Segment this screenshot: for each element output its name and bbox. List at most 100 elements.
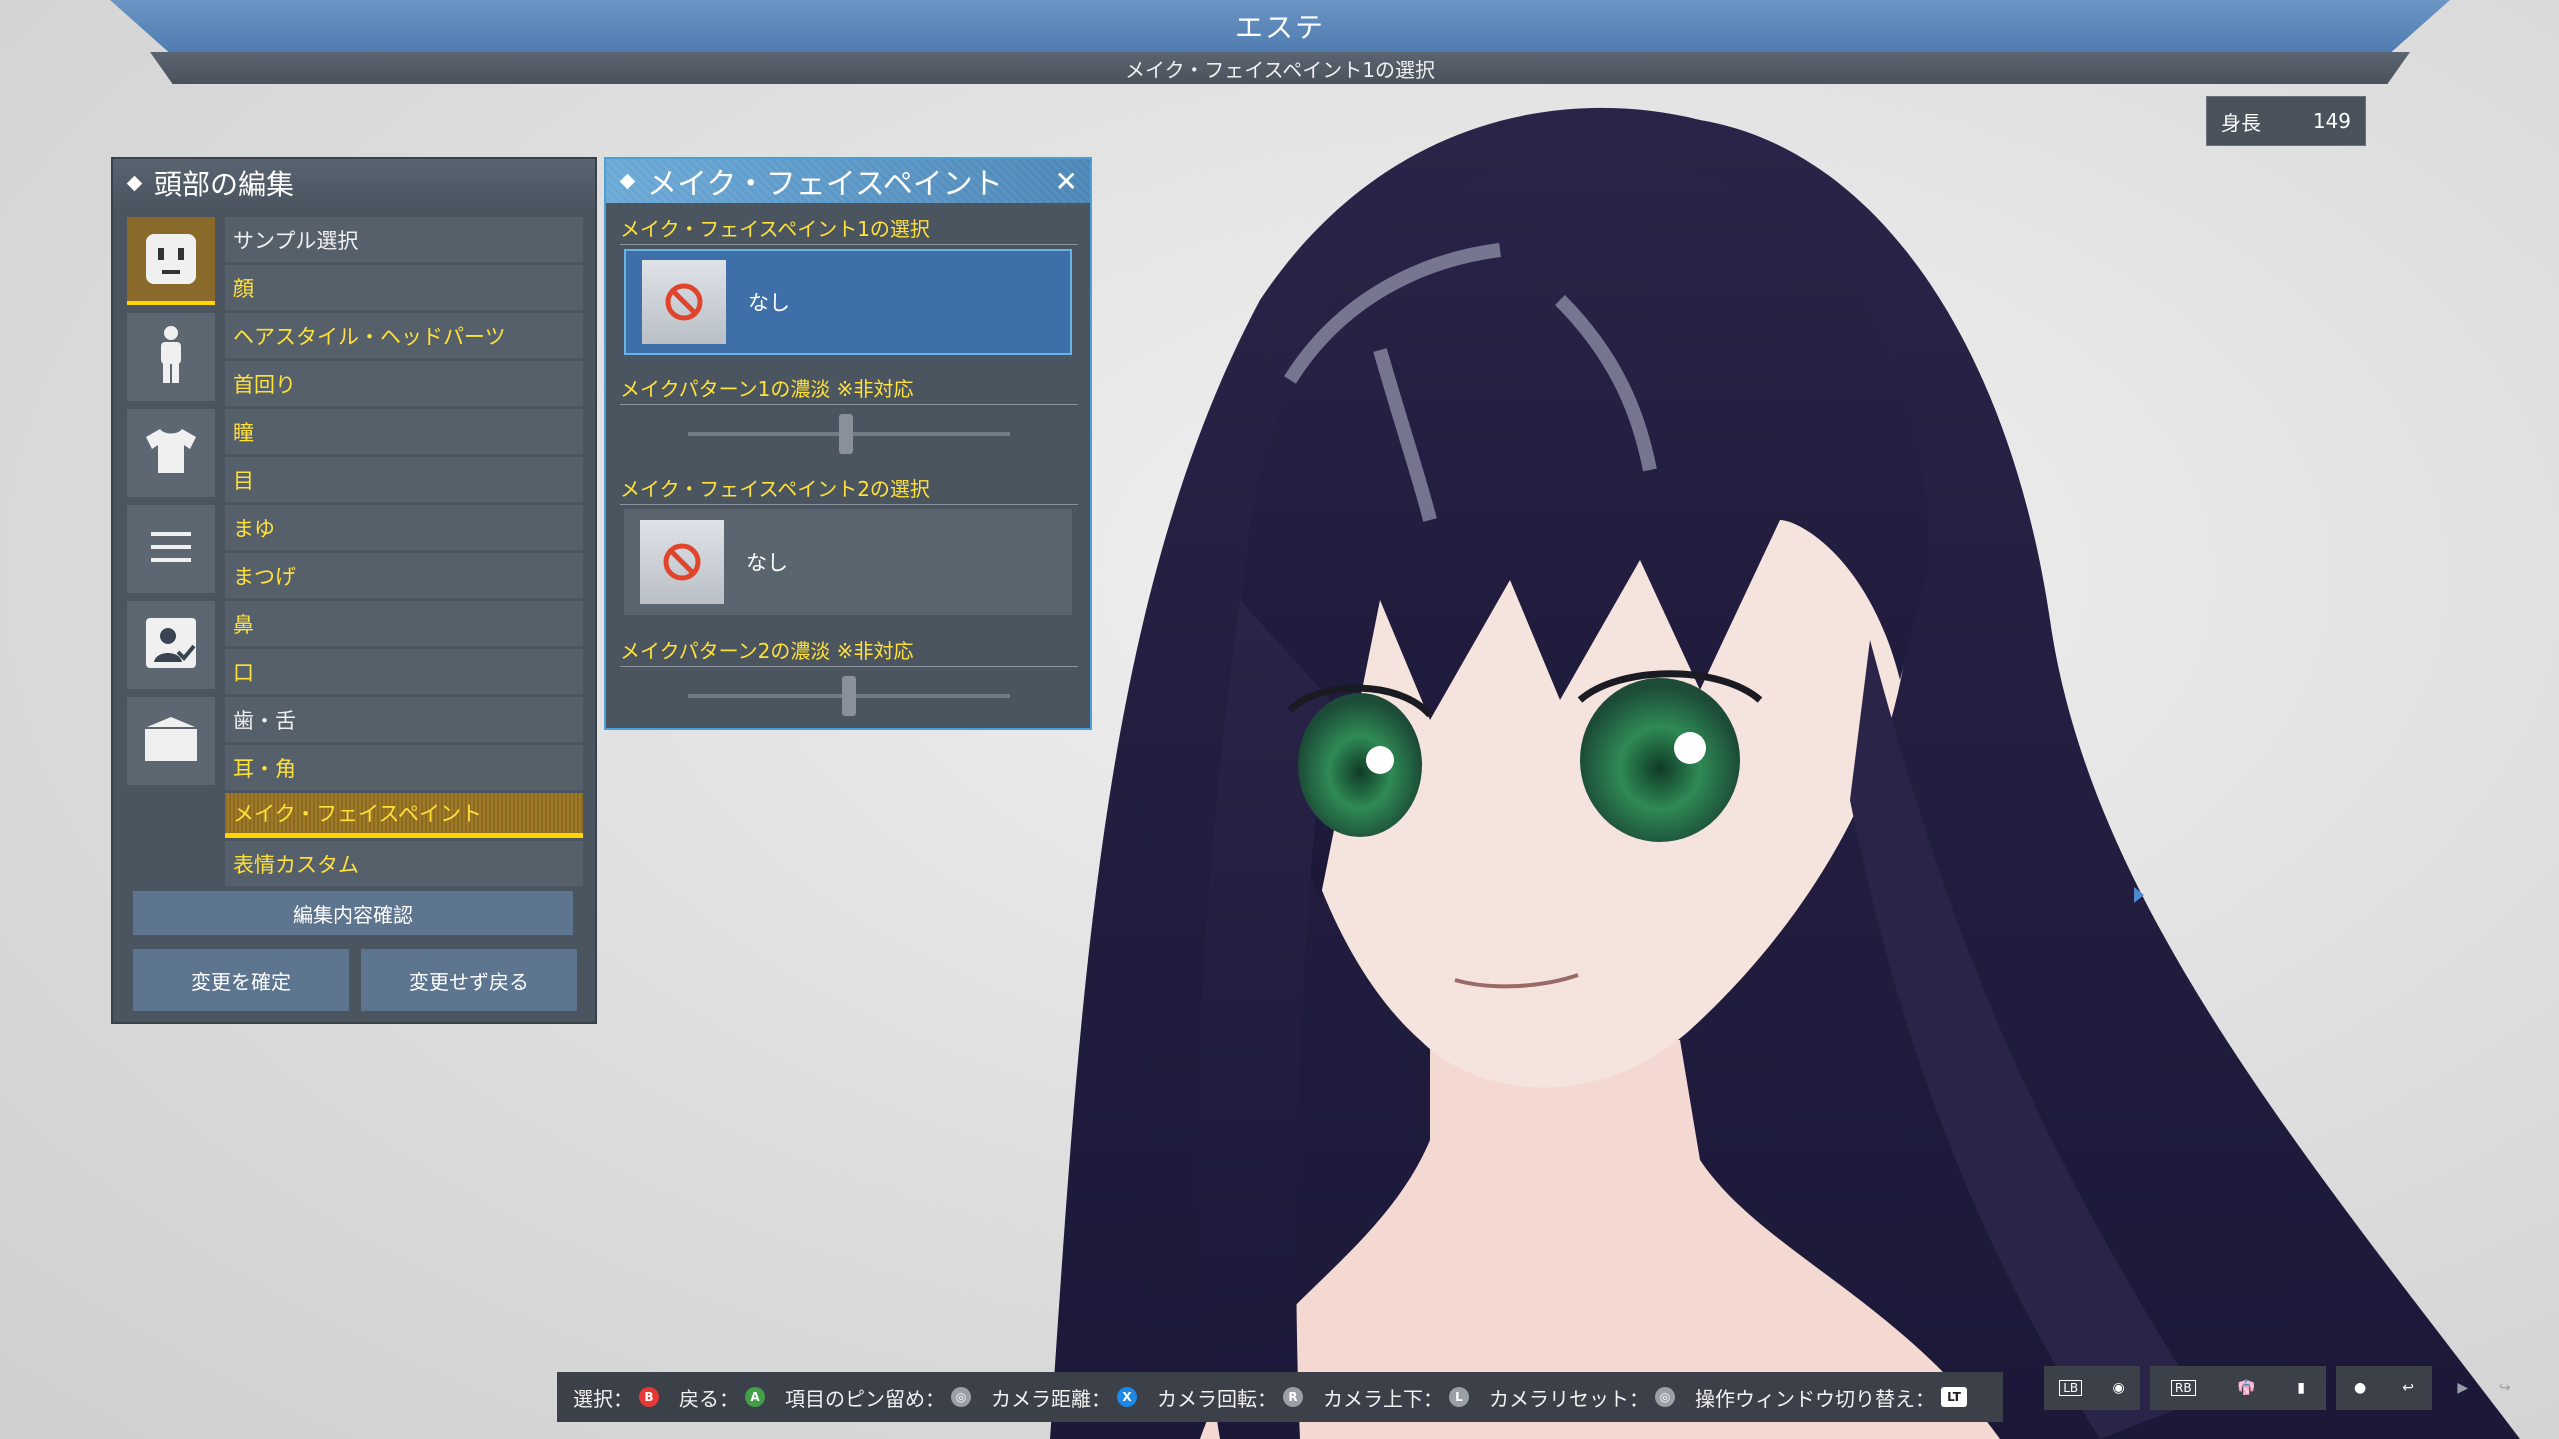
menu-item-mouth[interactable]: 口 bbox=[225, 649, 583, 694]
menu-item-hairstyle[interactable]: ヘアスタイル・ヘッドパーツ bbox=[225, 313, 583, 358]
makeup2-thumbnail bbox=[640, 520, 724, 604]
discard-changes-button[interactable]: 変更せず戻る bbox=[361, 949, 577, 1011]
help-item-label: 操作ウィンドウ切り替え： bbox=[1695, 1386, 1935, 1411]
help-item-label: 選択： bbox=[573, 1386, 633, 1411]
makeup1-label: メイク・フェイスペイント1の選択 bbox=[620, 213, 1078, 245]
menu-item-face[interactable]: 顔 bbox=[225, 265, 583, 310]
help-item: 操作ウィンドウ切り替え： LT bbox=[1695, 1383, 1967, 1412]
diamond-icon bbox=[619, 173, 636, 189]
tab-profile[interactable] bbox=[127, 601, 215, 689]
makeup-panel-title: メイク・フェイスペイント bbox=[647, 167, 1003, 202]
menu-item-eye[interactable]: 目 bbox=[225, 457, 583, 502]
tab-clothes[interactable] bbox=[127, 409, 215, 497]
makeup1-value: なし bbox=[748, 291, 790, 315]
hud-toggle-group[interactable]: ● ↩ bbox=[2336, 1366, 2432, 1410]
makeup-panel: メイク・フェイスペイント ✕ メイク・フェイスペイント1の選択 なし メイクパタ… bbox=[604, 157, 1092, 730]
controller-button-icon: L bbox=[1449, 1387, 1469, 1407]
menu-item-nose[interactable]: 鼻 bbox=[225, 601, 583, 646]
hud-disabled-group: ▶ ↪ bbox=[2442, 1366, 2526, 1410]
header-banner: エステ bbox=[110, 0, 2450, 52]
help-item-label: 項目のピン留め： bbox=[785, 1386, 945, 1411]
help-item-label: カメラ上下： bbox=[1323, 1386, 1443, 1411]
menu-item-pupil[interactable]: 瞳 bbox=[225, 409, 583, 454]
header-subtitle: メイク・フェイスペイント1の選択 bbox=[1125, 57, 1435, 82]
menu-item-teeth-tongue[interactable]: 歯・舌 bbox=[225, 697, 583, 742]
header-title: エステ bbox=[1234, 11, 1325, 44]
help-item-label: カメラリセット： bbox=[1489, 1386, 1649, 1411]
tab-folder[interactable] bbox=[127, 697, 215, 785]
camera-icon: ◉ bbox=[2112, 1380, 2125, 1396]
panel-title-bar: 頭部の編集 bbox=[113, 159, 595, 207]
tab-body[interactable] bbox=[127, 313, 215, 401]
controller-button-icon: B bbox=[639, 1387, 659, 1407]
makeup1-select[interactable]: なし bbox=[624, 249, 1072, 355]
id-card-icon bbox=[146, 618, 196, 668]
head-panel-title: 頭部の編集 bbox=[154, 168, 295, 201]
head-edit-panel: 頭部の編集 サンプル選択 顔 ヘアスタイル・ヘッドパーツ 首回り 瞳 目 まゆ … bbox=[111, 157, 597, 1024]
menu-item-makeup[interactable]: メイク・フェイスペイント bbox=[225, 793, 583, 838]
help-item: カメラ距離： X bbox=[991, 1383, 1137, 1412]
outfit-icon: ▮ bbox=[2297, 1380, 2305, 1396]
help-item: 項目のピン留め： ◎ bbox=[785, 1383, 971, 1412]
return-icon: ↩ bbox=[2402, 1380, 2414, 1396]
body-icon bbox=[161, 326, 181, 383]
menu-item-eyebrow[interactable]: まゆ bbox=[225, 505, 583, 550]
help-item: カメラリセット： ◎ bbox=[1489, 1383, 1675, 1412]
menu-item-ear-horn[interactable]: 耳・角 bbox=[225, 745, 583, 790]
slider2-label: メイクパターン2の濃淡 ※非対応 bbox=[620, 635, 1078, 667]
tab-list[interactable] bbox=[127, 505, 215, 593]
controller-button-icon: ◎ bbox=[951, 1387, 971, 1407]
height-value: 149 bbox=[2312, 109, 2351, 133]
prohibited-icon bbox=[663, 543, 701, 581]
confirm-edits-button[interactable]: 編集内容確認 bbox=[133, 891, 573, 935]
header-subtitle-bar: メイク・フェイスペイント1の選択 bbox=[150, 52, 2410, 84]
close-icon[interactable]: ✕ bbox=[1055, 165, 1078, 198]
lb-button-label: LB bbox=[2059, 1380, 2083, 1396]
prohibited-icon bbox=[665, 283, 703, 321]
help-item: 選択： B bbox=[573, 1383, 659, 1412]
menu-item-sample[interactable]: サンプル選択 bbox=[225, 217, 583, 262]
redo-icon: ↪ bbox=[2498, 1380, 2511, 1396]
dot-icon: ● bbox=[2354, 1380, 2367, 1396]
head-menu-list: サンプル選択 顔 ヘアスタイル・ヘッドパーツ 首回り 瞳 目 まゆ まつげ 鼻 … bbox=[225, 217, 583, 889]
makeup2-select[interactable]: なし bbox=[624, 509, 1072, 615]
folder-icon bbox=[145, 717, 197, 761]
category-tabs bbox=[127, 217, 217, 793]
controls-help-bar: 選択： B 戻る： A 項目のピン留め： ◎ カメラ距離： X カメラ回転： R カメラ上下： L カメ… bbox=[557, 1372, 2003, 1422]
rb-button-label: RB bbox=[2171, 1380, 2196, 1396]
controller-button-icon: A bbox=[745, 1387, 765, 1407]
apply-changes-button[interactable]: 変更を確定 bbox=[133, 949, 349, 1011]
shirt-icon bbox=[146, 429, 196, 473]
makeup-panel-title-bar: メイク・フェイスペイント bbox=[606, 159, 1090, 203]
help-item-label: カメラ距離： bbox=[991, 1386, 1111, 1411]
makeup2-value: なし bbox=[746, 551, 788, 575]
height-badge: 身長 149 bbox=[2206, 96, 2366, 146]
height-label: 身長 bbox=[2221, 110, 2261, 135]
costume-icon: 👘 bbox=[2237, 1380, 2256, 1396]
menu-lines-icon bbox=[151, 532, 191, 562]
tab-face[interactable] bbox=[127, 217, 215, 305]
makeup1-thumbnail bbox=[642, 260, 726, 344]
help-item: 戻る： A bbox=[679, 1383, 765, 1412]
face-icon bbox=[146, 234, 196, 284]
makeup2-label: メイク・フェイスペイント2の選択 bbox=[620, 473, 1078, 505]
help-item: カメラ回転： R bbox=[1157, 1383, 1303, 1412]
menu-item-neck[interactable]: 首回り bbox=[225, 361, 583, 406]
slider1-label: メイクパターン1の濃淡 ※非対応 bbox=[620, 373, 1078, 405]
help-item-label: 戻る： bbox=[679, 1386, 739, 1411]
controller-button-icon: LT bbox=[1941, 1387, 1967, 1407]
hud-lb-group[interactable]: LB ◉ bbox=[2044, 1366, 2140, 1410]
controller-button-icon: ◎ bbox=[1655, 1387, 1675, 1407]
controller-button-icon: X bbox=[1117, 1387, 1137, 1407]
help-item: カメラ上下： L bbox=[1323, 1383, 1469, 1412]
hud-rb-group[interactable]: RB 👘 ▮ bbox=[2150, 1366, 2326, 1410]
menu-item-eyelash[interactable]: まつげ bbox=[225, 553, 583, 598]
help-item-label: カメラ回転： bbox=[1157, 1386, 1277, 1411]
diamond-icon bbox=[126, 175, 143, 191]
mouse-cursor-icon bbox=[2134, 887, 2144, 903]
menu-item-expression[interactable]: 表情カスタム bbox=[225, 841, 583, 886]
play-icon: ▶ bbox=[2457, 1380, 2469, 1396]
slider2-knob[interactable] bbox=[842, 676, 856, 716]
controller-button-icon: R bbox=[1283, 1387, 1303, 1407]
slider1-knob[interactable] bbox=[838, 414, 853, 454]
